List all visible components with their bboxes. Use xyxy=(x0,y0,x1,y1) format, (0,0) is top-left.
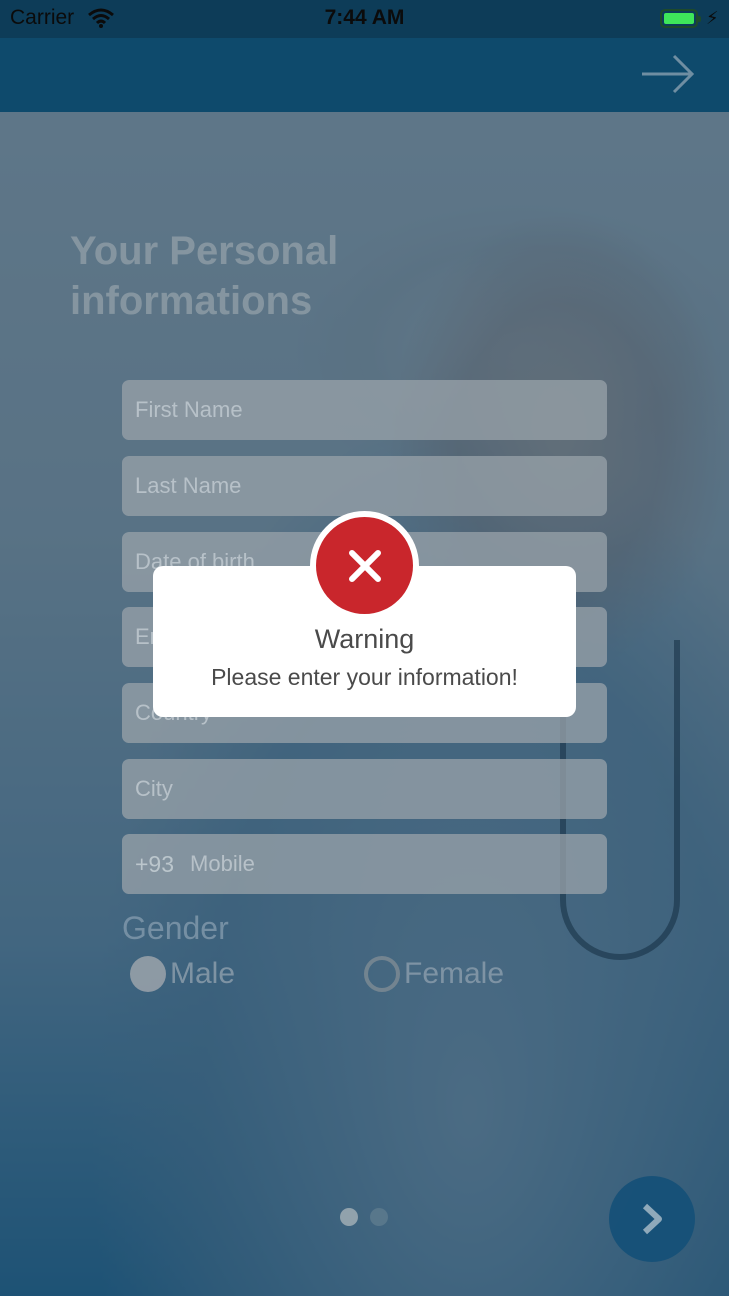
screen: Carrier 7:44 AM ⚡ Your Personal informat… xyxy=(0,0,729,1296)
city-field[interactable]: City xyxy=(122,759,607,819)
clock: 7:44 AM xyxy=(324,6,405,29)
alert-badge xyxy=(316,517,413,614)
nav-bar xyxy=(0,38,729,112)
close-icon xyxy=(348,549,381,582)
phone-prefix[interactable]: +93 xyxy=(135,851,174,878)
charging-icon: ⚡ xyxy=(706,8,719,28)
last-name-placeholder: Last Name xyxy=(135,473,242,498)
arrow-right-icon[interactable] xyxy=(640,52,696,96)
chevron-right-icon xyxy=(642,1203,662,1235)
radio-unchecked-icon[interactable] xyxy=(364,956,400,992)
battery-icon xyxy=(660,9,701,28)
gender-option-male[interactable]: Male xyxy=(130,956,235,992)
next-button[interactable] xyxy=(609,1176,695,1262)
mobile-field[interactable]: +93 Mobile xyxy=(122,834,607,894)
first-name-field[interactable]: First Name xyxy=(122,380,607,440)
page-dot-active xyxy=(340,1208,358,1226)
alert-message: Please enter your information! xyxy=(211,664,518,690)
city-placeholder: City xyxy=(135,776,173,801)
page-title: Your Personal informations xyxy=(70,229,339,323)
gender-option-label: Male xyxy=(170,957,236,990)
page-dot xyxy=(370,1208,388,1226)
first-name-placeholder: First Name xyxy=(135,397,243,422)
status-bar: Carrier 7:44 AM ⚡ xyxy=(0,0,729,38)
gender-label: Gender xyxy=(122,910,229,946)
radio-checked-icon[interactable] xyxy=(130,956,166,992)
gender-option-female[interactable]: Female xyxy=(364,956,504,992)
mobile-placeholder: Mobile xyxy=(190,851,255,876)
gender-option-label: Female xyxy=(404,957,505,990)
alert-title: Warning xyxy=(314,624,415,654)
last-name-field[interactable]: Last Name xyxy=(122,456,607,516)
